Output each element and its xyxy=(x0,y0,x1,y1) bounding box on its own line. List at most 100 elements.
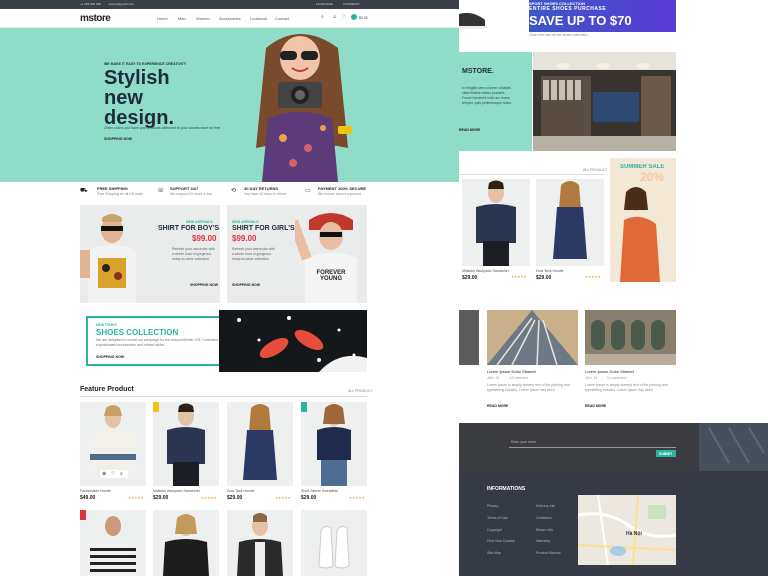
featured-divider xyxy=(80,396,367,397)
blog-1-body: Lorem ipsum is simply dummy text of the … xyxy=(487,383,570,392)
user-icon[interactable]: ☺ xyxy=(332,14,337,20)
product-4-name[interactable]: Short Sleeve Sweatshirt xyxy=(301,489,338,493)
right-product-card-1[interactable] xyxy=(462,179,530,266)
shoes-sale-banner[interactable]: SPORT SHOES COLLECTION ENTIRE SHOES PURC… xyxy=(459,0,676,37)
cart-icon[interactable] xyxy=(351,14,357,20)
wishlist-heart-icon[interactable]: ♡ xyxy=(111,471,115,477)
blog-1-cta[interactable]: READ MORE xyxy=(487,404,508,408)
shoes-image xyxy=(219,310,367,372)
blog-1-title[interactable]: Lorem Ipsum Dolor Sitamet xyxy=(487,369,536,374)
product-card-1[interactable]: ⊕ ♡ ⌕ xyxy=(80,402,146,486)
boy-model-image xyxy=(80,210,140,303)
right-product-1-name[interactable]: Midsider Backpack Sweatshirt xyxy=(462,269,509,273)
topbar-email[interactable]: mstore@gmail.com xyxy=(108,0,134,9)
shoes-collection-banner[interactable]: NEW ITEM'S SHOES COLLECTION We are delig… xyxy=(80,310,367,372)
quick-actions: ⊕ ♡ ⌕ xyxy=(100,470,128,478)
blog-1-date: JAN, 24 xyxy=(487,376,500,380)
map-label: Hà Nội xyxy=(626,531,642,537)
shoes-body: We are delighted to reveal our campaign … xyxy=(96,338,234,347)
feature-sub-payment: We ensure secure payment xyxy=(318,192,361,196)
nav-link-home[interactable]: Home xyxy=(157,16,168,21)
footer: INFORMATIONS Privacy Terms of Use Copyri… xyxy=(459,471,768,576)
product-1-rating: ★★★★★ xyxy=(128,496,144,500)
main-navigation: mstore Home Men Women Accessories Lookbo… xyxy=(0,9,459,28)
heart-icon[interactable]: ♡ xyxy=(342,14,346,20)
promo-card-girls[interactable]: NEW ARRIVALS SHIRT FOR GIRL'S $99.00 Ref… xyxy=(227,205,367,303)
promo-boys-tag: NEW ARRIVALS xyxy=(186,220,213,224)
footer-link-copyright[interactable]: Copyright xyxy=(487,528,502,532)
blog-2-cta[interactable]: READ MORE xyxy=(585,404,606,408)
newsletter-submit-button[interactable]: SUBMIT xyxy=(656,450,676,457)
product-2-price: $29.00 xyxy=(153,495,169,501)
shoes-cta[interactable]: SHOPPING NOW xyxy=(96,355,124,359)
hero-model-image xyxy=(238,28,362,182)
product-card-6[interactable] xyxy=(153,510,219,576)
nav-link-men[interactable]: Men xyxy=(178,16,186,21)
top-bar: +1 999 999 999 mstore@gmail.com LANGUAGE… xyxy=(0,0,459,9)
footer-link-delivery[interactable]: Delivery Info xyxy=(536,504,555,508)
blog-2-title[interactable]: Lorem Ipsum Dolor Sitamet xyxy=(585,369,634,374)
nav-link-accessories[interactable]: Accessories xyxy=(219,16,241,21)
footer-link-country[interactable]: Find Your Country xyxy=(487,539,515,543)
product-1-name[interactable]: Fashionable Hoodie xyxy=(80,489,111,493)
quickview-search-icon[interactable]: ⌕ xyxy=(120,471,123,477)
cart-add-icon[interactable]: ⊕ xyxy=(102,471,106,477)
footer-link-terms[interactable]: Terms of Use xyxy=(487,516,508,520)
sale-banner-block: SPORT SHOES COLLECTION ENTIRE SHOES PURC… xyxy=(529,0,676,32)
right-product-card-2[interactable] xyxy=(536,179,604,266)
promo-boys-price: $99.00 xyxy=(192,234,217,243)
right-product-2-name[interactable]: Dots Tank Hoodie xyxy=(536,269,564,273)
product-card-8[interactable] xyxy=(301,510,367,576)
about-cta[interactable]: READ MORE xyxy=(459,128,480,132)
featured-all-link[interactable]: ALL PRODUCT xyxy=(348,389,372,394)
blog-image-0[interactable] xyxy=(459,310,479,365)
promo-boys-title: SHIRT FOR BOY'S xyxy=(158,225,220,232)
feature-title-support: SUPPORT 24/7 xyxy=(170,186,199,191)
features-row: ⛟ FREE SHIPPING Free Shipping for all US… xyxy=(80,186,380,200)
product-card-2[interactable] xyxy=(153,402,219,486)
hero-cta-button[interactable]: SHOPPING NOW xyxy=(104,137,132,141)
cart-total: $0.00 xyxy=(359,16,368,20)
right-all-link[interactable]: ALL PRODUCT xyxy=(583,168,607,172)
homepage-left-panel: +1 999 999 999 mstore@gmail.com LANGUAGE… xyxy=(0,0,459,576)
nav-link-lookbook[interactable]: Lookbook xyxy=(250,16,267,21)
footer-link-sitemap[interactable]: Site Map xyxy=(487,551,501,555)
topbar-language[interactable]: LANGUAGE xyxy=(316,0,333,9)
promo-girls-cta[interactable]: SHOPPING NOW xyxy=(232,283,260,287)
about-title: MSTORE. xyxy=(462,68,494,75)
search-icon[interactable]: ⌕ xyxy=(321,14,324,20)
promo-boys-cta[interactable]: SHOPPING NOW xyxy=(190,283,218,287)
sale-link[interactable]: Click here see all the shoes collection.… xyxy=(529,33,590,37)
product-card-5[interactable] xyxy=(80,510,146,576)
product-3-name[interactable]: Dots Tank Hoodie xyxy=(227,489,255,493)
girl-shirt-text: FOREVER YOUNG xyxy=(316,270,346,282)
product-card-4[interactable] xyxy=(301,402,367,486)
right-divider xyxy=(459,174,604,175)
newsletter-email-input[interactable]: Enter your email xyxy=(509,438,676,448)
newsletter-submit-label: SUBMIT xyxy=(659,451,673,456)
product-card-7[interactable] xyxy=(227,510,293,576)
footer-title: INFORMATIONS xyxy=(487,486,526,492)
topbar-currency[interactable]: CURRENCY xyxy=(343,0,360,9)
store-map[interactable]: Hà Nội xyxy=(578,495,676,565)
promo-girls-price: $99.00 xyxy=(232,234,257,243)
sale-line-2: ENTIRE SHOES PURCHASE xyxy=(529,6,607,12)
footer-link-manual[interactable]: Product Manual xyxy=(536,551,561,555)
footer-link-warranty[interactable]: Warranty xyxy=(536,539,550,543)
promo-card-boys[interactable]: NEW ARRIVALS SHIRT FOR BOY'S $99.00 Refr… xyxy=(80,205,220,303)
blog-image-2[interactable] xyxy=(585,310,676,365)
product-4-price: $29.00 xyxy=(301,495,317,501)
summer-sale-banner[interactable]: SUMMER SALE 20% xyxy=(610,158,676,282)
footer-link-return[interactable]: Return Info xyxy=(536,528,553,532)
promo-boys-body: Refresh your wardrobe with a whole host … xyxy=(172,247,215,261)
nav-link-contact[interactable]: Contact xyxy=(275,16,289,21)
site-logo[interactable]: mstore xyxy=(80,13,111,24)
footer-link-privacy[interactable]: Privacy xyxy=(487,504,498,508)
featured-title: Feature Product xyxy=(80,386,134,393)
product-card-3[interactable] xyxy=(227,402,293,486)
footer-link-contact[interactable]: Contactus xyxy=(536,516,552,520)
product-4-badge xyxy=(301,402,307,412)
product-2-name[interactable]: Midsider Backpack Sweatshirt xyxy=(153,489,200,493)
nav-link-women[interactable]: Women xyxy=(196,16,210,21)
blog-image-1[interactable] xyxy=(487,310,578,365)
